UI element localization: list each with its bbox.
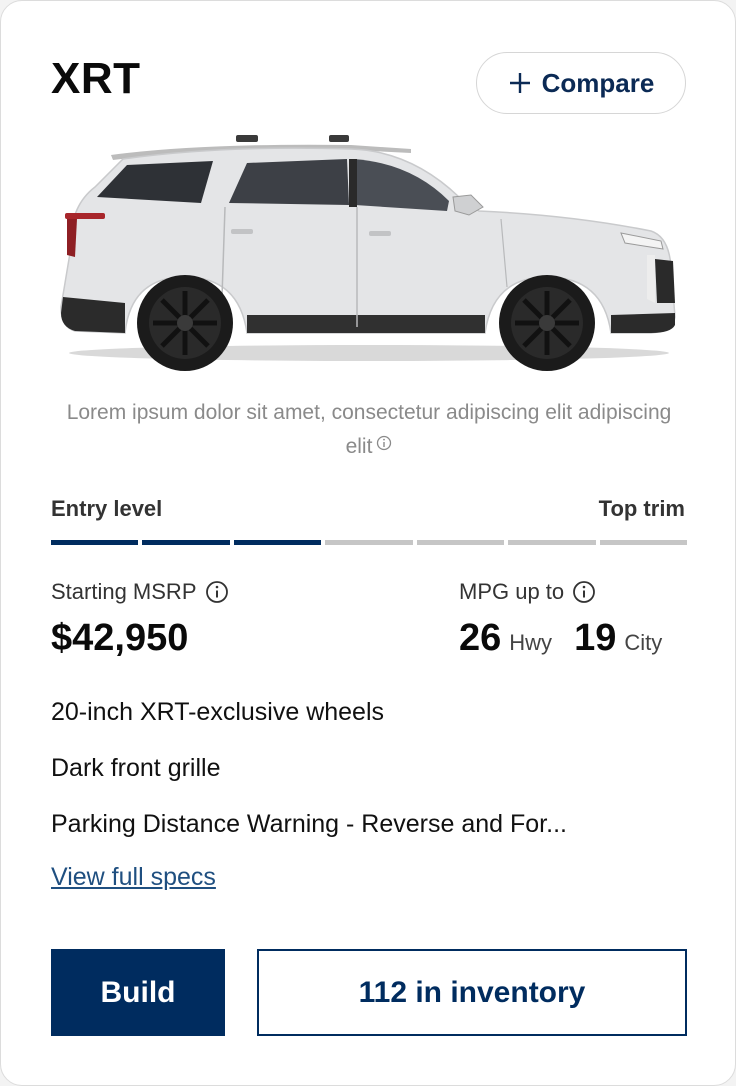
build-button[interactable]: Build — [51, 949, 225, 1036]
mpg-hwy-unit: Hwy — [509, 630, 553, 655]
inventory-button[interactable]: 112 in inventory — [257, 949, 687, 1036]
mpg-city-unit: City — [624, 630, 663, 655]
info-icon[interactable] — [572, 580, 596, 604]
feature-item: 20-inch XRT-exclusive wheels — [51, 698, 385, 726]
view-full-specs-link[interactable]: View full specs — [51, 863, 216, 892]
level-segment-empty — [416, 540, 505, 545]
level-segment-empty — [325, 540, 413, 545]
level-segment-filled — [142, 540, 230, 545]
compare-button[interactable]: Compare — [476, 52, 686, 114]
plus-icon — [509, 73, 530, 93]
compare-label: Compare — [541, 67, 655, 98]
msrp-label: Starting MSRP — [51, 579, 197, 604]
image-disclaimer: Lorem ipsum dolor sit amet, consectetur … — [51, 397, 687, 463]
trim-card: XRT Compare Lorem ipsum dolor sit amet, … — [0, 0, 736, 1086]
info-icon[interactable] — [205, 580, 229, 604]
mpg-hwy-value: 26 — [459, 617, 502, 659]
msrp-label-row: Starting MSRP — [51, 579, 229, 605]
level-segment-filled — [233, 540, 322, 545]
level-segment-filled — [51, 540, 139, 545]
vehicle-image — [60, 135, 676, 371]
mpg-values: 26 Hwy 19 City — [459, 617, 662, 660]
mpg-label: MPG up to — [459, 579, 565, 604]
mpg-city-value: 19 — [574, 617, 617, 659]
feature-item: Parking Distance Warning - Reverse and F… — [51, 810, 567, 838]
feature-list: 20-inch XRT-exclusive wheels Dark front … — [51, 694, 687, 862]
mpg-label-row: MPG up to — [459, 579, 596, 605]
info-icon[interactable] — [376, 429, 392, 461]
level-segment-empty — [599, 540, 687, 545]
feature-item: Dark front grille — [51, 754, 221, 782]
msrp-value: $42,950 — [51, 617, 189, 659]
entry-level-label: Entry level — [51, 496, 163, 521]
trim-level-indicator — [51, 540, 687, 545]
trim-name: XRT — [51, 54, 141, 103]
top-trim-label: Top trim — [598, 496, 685, 521]
level-segment-empty — [508, 540, 596, 545]
image-disclaimer-text: Lorem ipsum dolor sit amet, consectetur … — [66, 401, 672, 458]
